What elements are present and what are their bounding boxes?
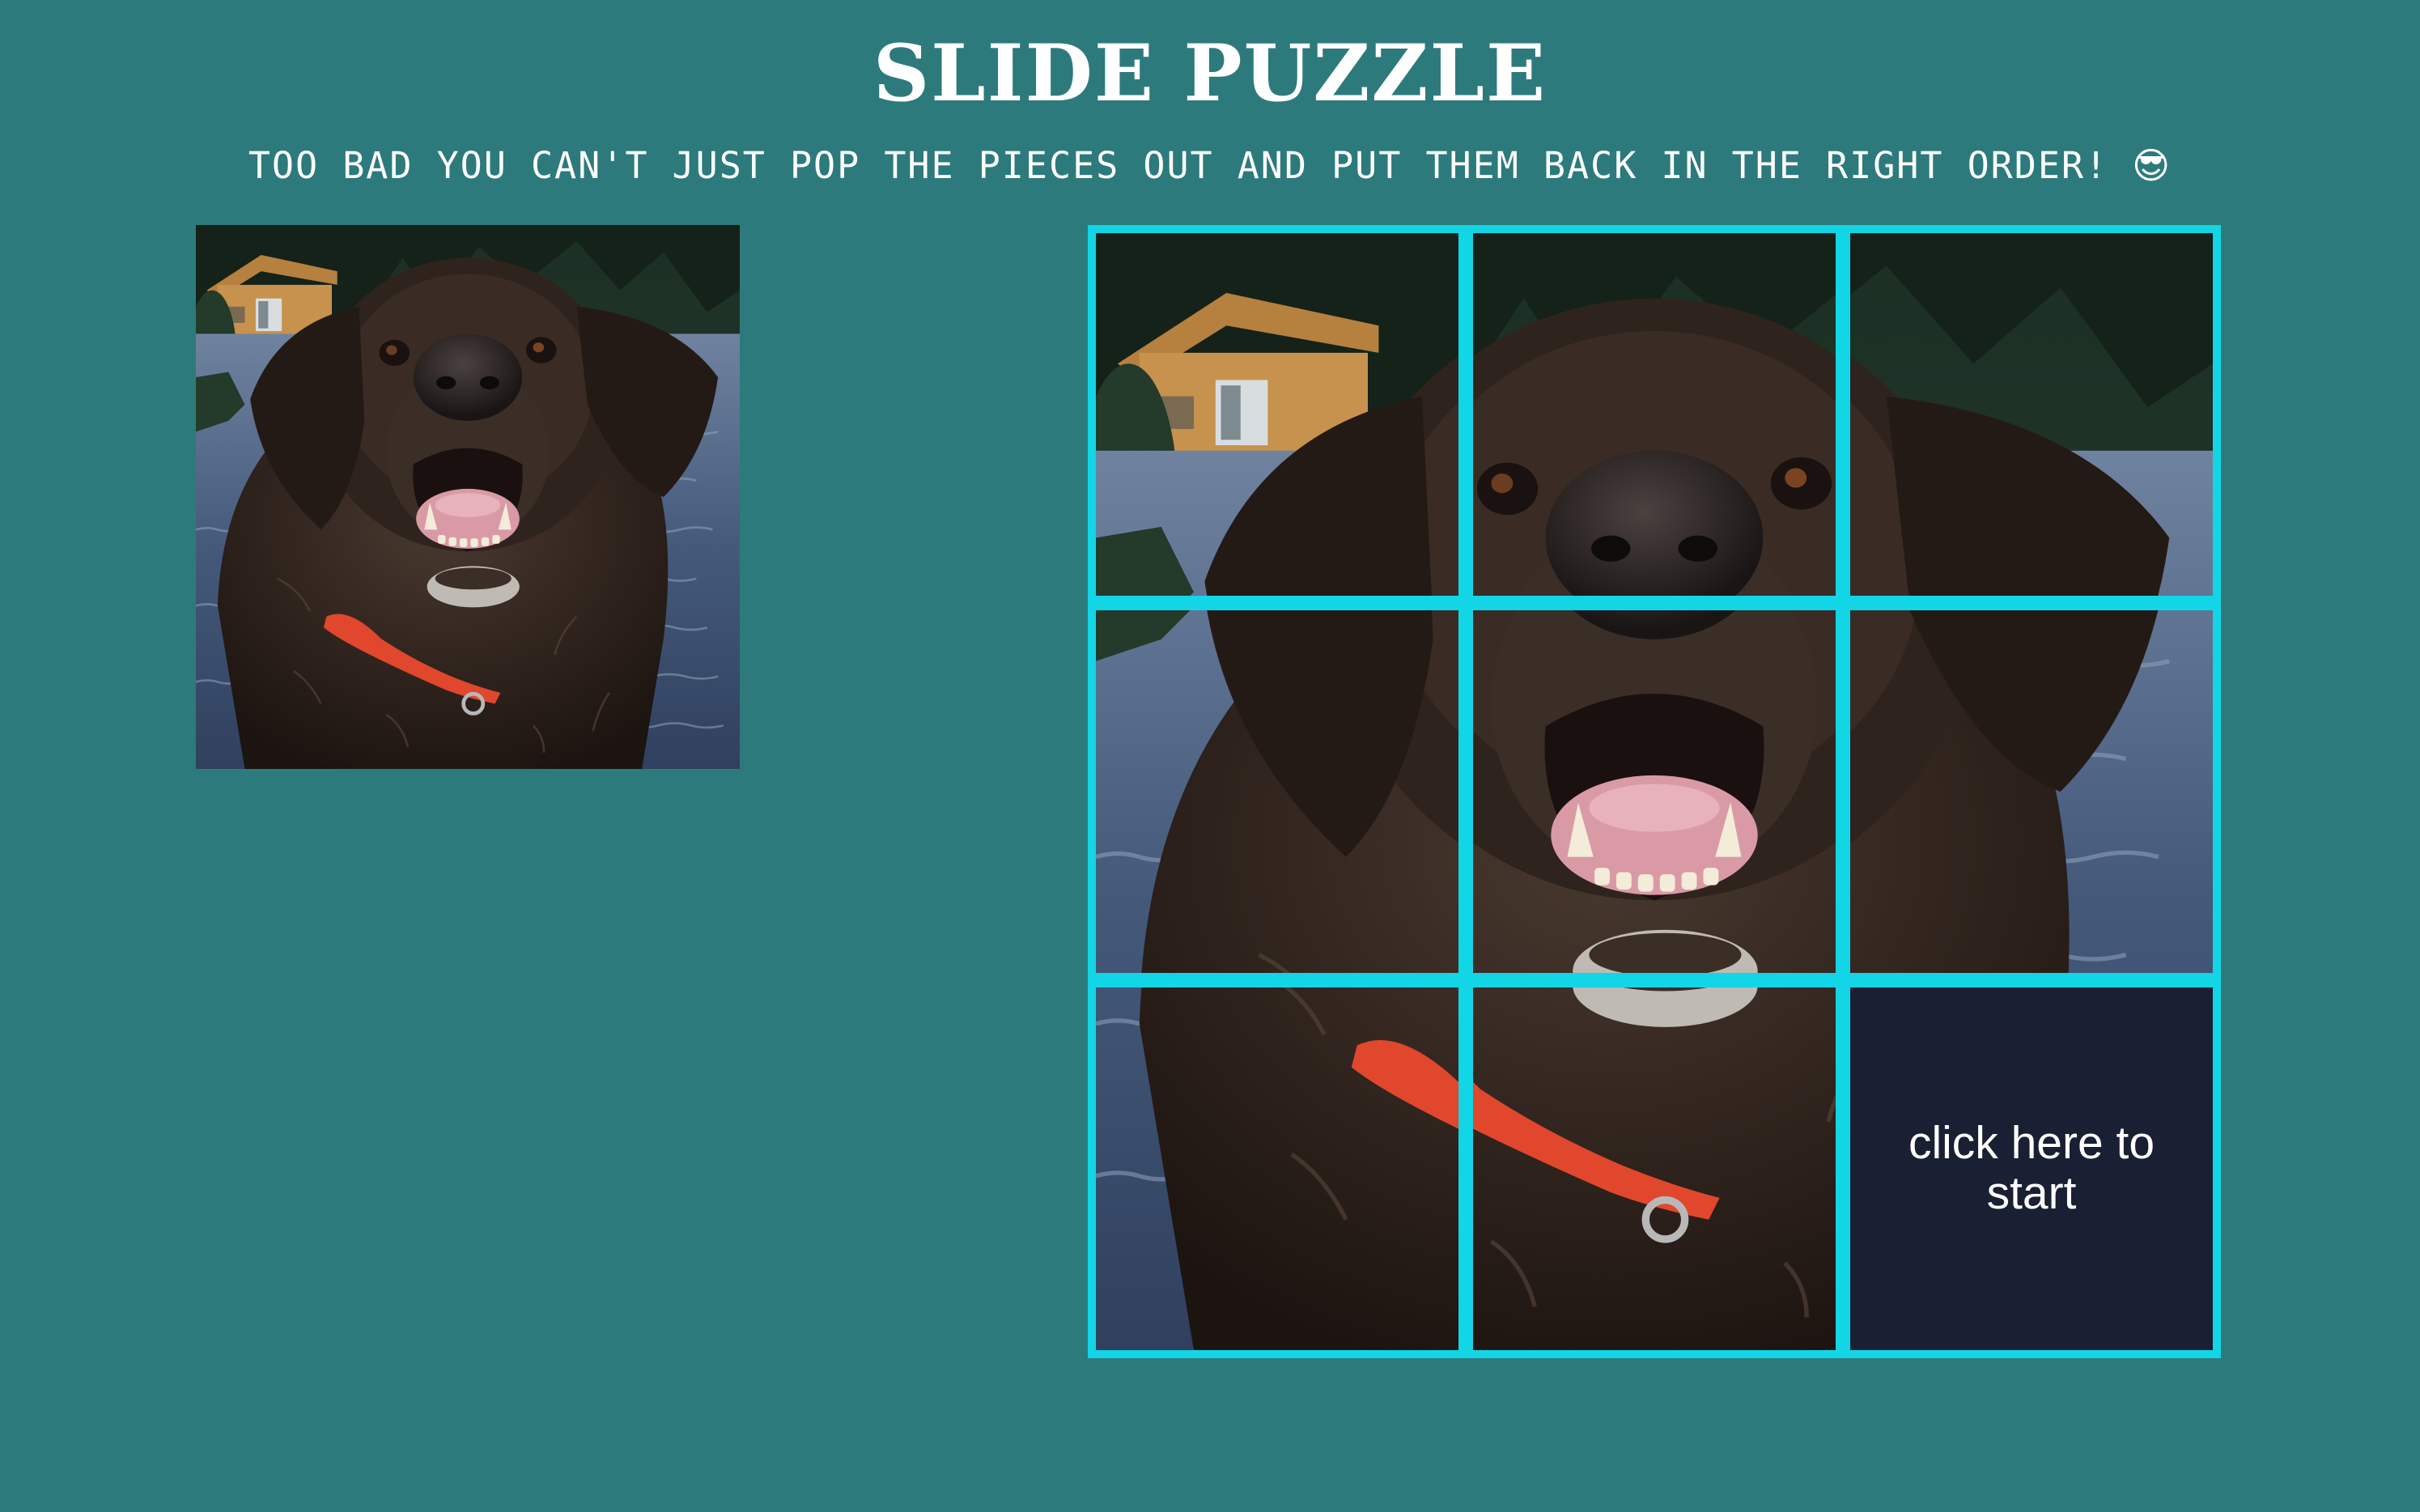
- tile-image: [1850, 233, 2213, 596]
- reference-image: [196, 225, 740, 769]
- tile-image: [1096, 233, 1458, 596]
- puzzle-tile-7[interactable]: [1096, 987, 1458, 1350]
- tile-image: [1096, 987, 1458, 1350]
- puzzle-tile-4[interactable]: [1096, 610, 1458, 973]
- sunglasses-emoji-icon: 😎: [2132, 144, 2172, 187]
- puzzle-tile-2[interactable]: [1473, 233, 1836, 596]
- tile-image: [1096, 610, 1458, 973]
- puzzle-tile-3[interactable]: [1850, 233, 2213, 596]
- dog-photo-reference: [196, 225, 740, 769]
- puzzle-board: click here to start: [1088, 225, 2221, 1358]
- page-title: SLIDE PUZZLE: [872, 28, 1548, 119]
- tile-image: [1473, 233, 1836, 596]
- page-subtitle: TOO BAD YOU CAN'T JUST POP THE PIECES OU…: [0, 144, 2420, 188]
- tile-image: [1850, 610, 2213, 973]
- tile-image: [1473, 610, 1836, 973]
- puzzle-tile-5[interactable]: [1473, 610, 1836, 973]
- tile-image: [1473, 987, 1836, 1350]
- start-button[interactable]: click here to start: [1850, 987, 2213, 1350]
- start-label: click here to start: [1908, 1117, 2155, 1219]
- puzzle-tile-6[interactable]: [1850, 610, 2213, 973]
- puzzle-tile-8[interactable]: [1473, 987, 1836, 1350]
- subtitle-text: TOO BAD YOU CAN'T JUST POP THE PIECES OU…: [248, 144, 2109, 187]
- puzzle-tile-1[interactable]: [1096, 233, 1458, 596]
